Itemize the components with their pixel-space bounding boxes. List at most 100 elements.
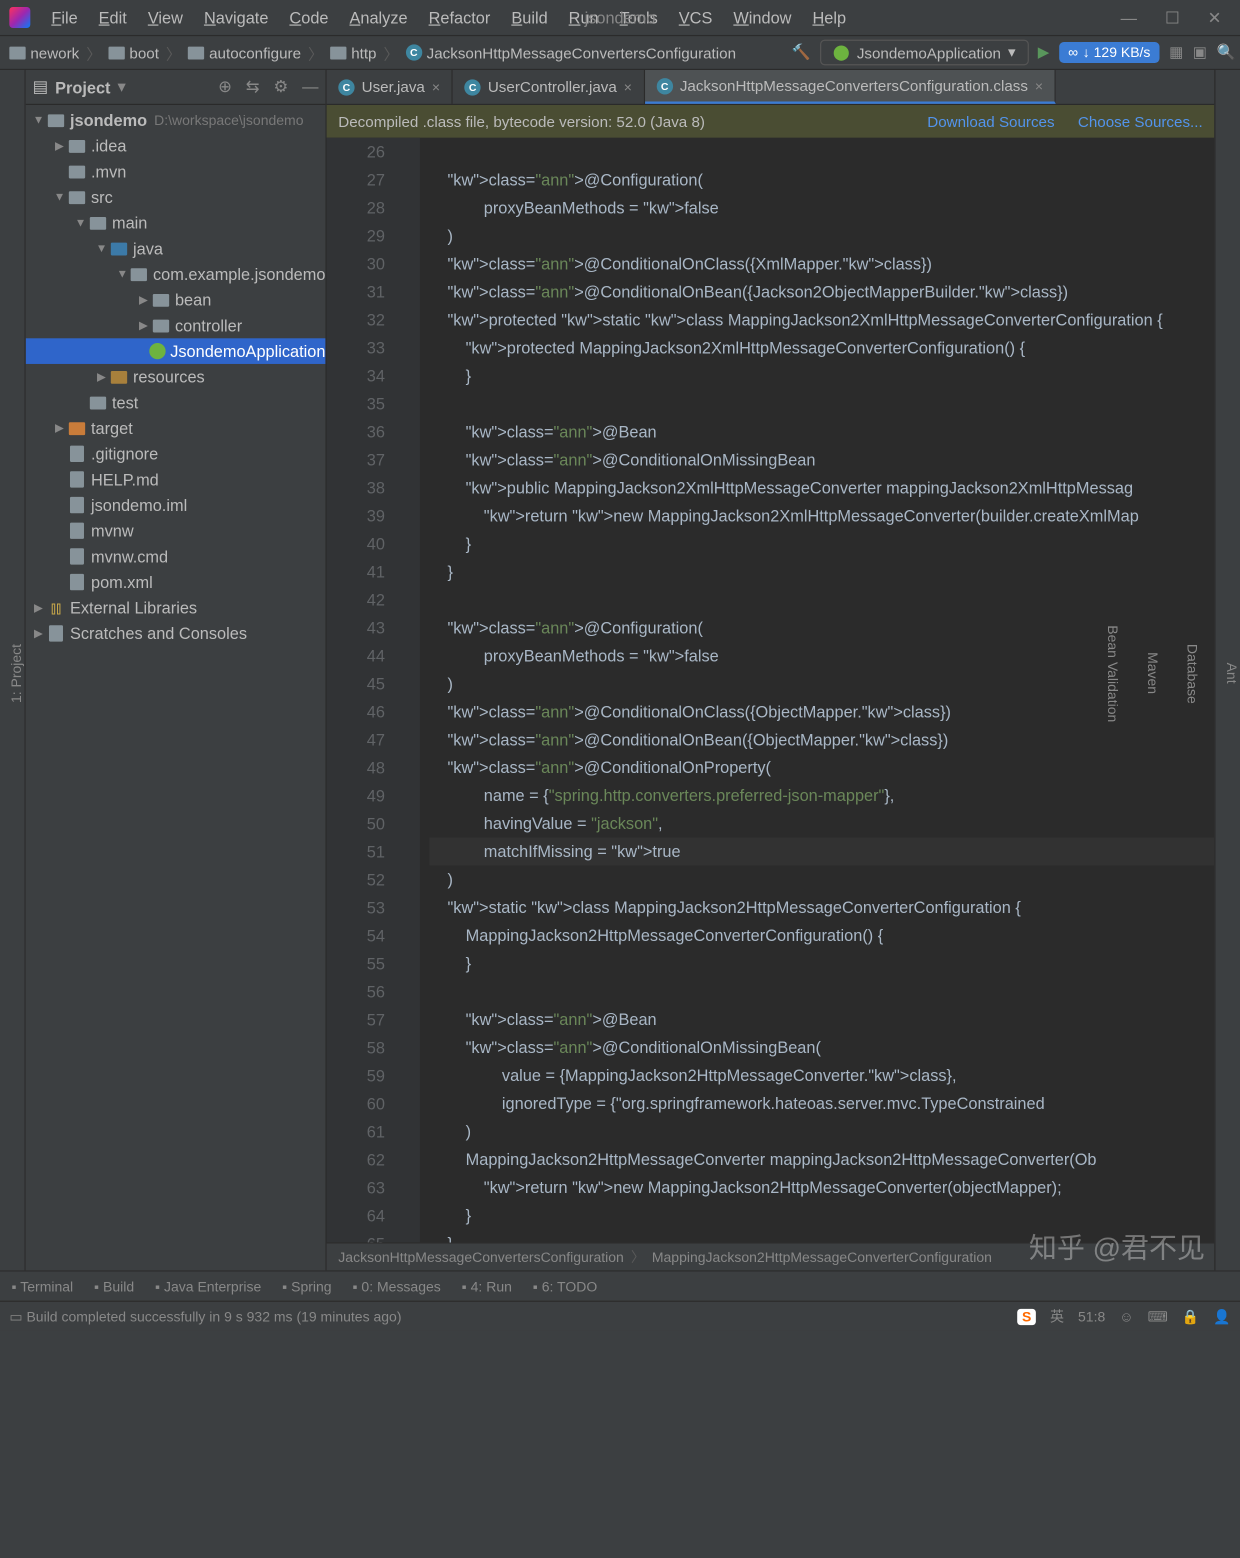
tree-item[interactable]: ▼main [26,210,326,236]
menu-window[interactable]: Window [724,3,801,31]
toolbar-icon-2[interactable]: ▣ [1193,43,1207,62]
intellij-logo-icon [9,7,30,28]
expand-icon[interactable]: ⇆ [246,77,260,97]
navigation-bar: nework〉boot〉autoconfigure〉http〉CJacksonH… [0,35,1240,70]
breadcrumb-segment[interactable]: autoconfigure [183,41,305,63]
status-icon-4[interactable]: 👤 [1213,1308,1230,1324]
ime-indicator[interactable]: 英 [1050,1306,1064,1326]
target-icon[interactable]: ⊕ [218,77,232,97]
tool-project[interactable]: 1: Project [8,644,24,703]
network-speed-badge: ∞ ↓ 129 KB/s [1059,42,1160,63]
bottom-tab[interactable]: ▪ Terminal [12,1278,73,1294]
status-message: Build completed successfully in 9 s 932 … [26,1308,401,1324]
choose-sources-link[interactable]: Choose Sources... [1078,113,1203,130]
cloud-icon: ∞ [1068,44,1078,60]
editor-tab[interactable]: CUser.java × [327,70,453,104]
tree-item[interactable]: mvnw [26,518,326,544]
right-tool-strip: Ant Database Maven Bean Validation [1214,70,1240,1270]
menu-navigate[interactable]: Navigate [195,3,278,31]
code-editor[interactable]: 2627282930313233343536373839404142434445… [327,138,1215,1243]
tree-item[interactable]: .mvn [26,159,326,185]
main-menu: FileEditViewNavigateCodeAnalyzeRefactorB… [42,3,855,31]
bottom-tab[interactable]: ▪ 4: Run [462,1278,512,1294]
tree-item[interactable]: ▶controller [26,313,326,339]
editor-area: CUser.java ×CUserController.java ×CJacks… [327,70,1215,1270]
bottom-tab[interactable]: ▪ 0: Messages [353,1278,441,1294]
gear-icon[interactable]: ⚙ [273,77,288,97]
status-icon: ▭ [9,1308,22,1324]
tree-item[interactable]: ▼com.example.jsondemo [26,261,326,287]
breadcrumb[interactable]: nework〉boot〉autoconfigure〉http〉CJacksonH… [5,41,741,63]
code-text[interactable]: "kw">class="ann">@Configuration( proxyBe… [420,138,1214,1243]
editor-breadcrumb[interactable]: JacksonHttpMessageConvertersConfiguratio… [327,1242,1215,1270]
editor-tab[interactable]: CJacksonHttpMessageConvertersConfigurati… [645,70,1056,104]
menu-help[interactable]: Help [803,3,855,31]
maximize-button[interactable]: ☐ [1165,8,1180,28]
sogou-icon: S [1017,1308,1036,1324]
build-icon[interactable]: 🔨 [792,43,811,62]
tree-item[interactable]: ▶target [26,415,326,441]
breadcrumb-segment[interactable]: nework [5,41,84,63]
run-config-label: JsondemoApplication [857,44,1001,61]
tree-item[interactable]: HELP.md [26,467,326,493]
left-tool-strip: 1: Project 2: Favorites Web 7: Structure [0,70,26,1270]
bottom-tab[interactable]: ▪ Build [94,1278,134,1294]
close-button[interactable]: ✕ [1208,8,1222,28]
menu-refactor[interactable]: Refactor [419,3,499,31]
tree-item[interactable]: ▶Scratches and Consoles [26,621,326,647]
chevron-down-icon: ▾ [1008,43,1016,62]
menu-build[interactable]: Build [502,3,557,31]
search-icon[interactable]: 🔍 [1216,43,1235,62]
run-config-selector[interactable]: ⬤ JsondemoApplication ▾ [820,40,1028,66]
gutter: 2627282930313233343536373839404142434445… [327,138,420,1243]
tree-item[interactable]: .gitignore [26,441,326,467]
bottom-tab[interactable]: ▪ Spring [282,1278,331,1294]
bottom-tab[interactable]: ▪ 6: TODO [533,1278,597,1294]
editor-tabs: CUser.java ×CUserController.java ×CJacks… [327,70,1215,105]
tree-item[interactable]: ▼java [26,236,326,262]
toolbar-icon-1[interactable]: ▦ [1169,43,1183,62]
tree-item[interactable]: ▶bean [26,287,326,313]
tree-item[interactable]: ▶.idea [26,133,326,159]
breadcrumb-segment[interactable]: boot [104,41,164,63]
titlebar: FileEditViewNavigateCodeAnalyzeRefactorB… [0,0,1240,35]
breadcrumb-segment[interactable]: CJacksonHttpMessageConvertersConfigurati… [401,41,741,63]
tool-ant[interactable]: Ant [1224,663,1240,684]
editor-tab[interactable]: CUserController.java × [453,70,645,104]
collapse-icon[interactable]: — [302,77,318,97]
menu-code[interactable]: Code [280,3,338,31]
menu-vcs[interactable]: VCS [669,3,721,31]
tree-item[interactable]: test [26,390,326,416]
download-sources-link[interactable]: Download Sources [927,113,1054,130]
tree-item[interactable]: JsondemoApplication [26,338,326,364]
status-icon-2[interactable]: ⌨ [1148,1308,1168,1324]
menu-analyze[interactable]: Analyze [340,3,417,31]
window-title: jsondemo [585,8,656,27]
chevron-down-icon[interactable]: ▾ [117,77,125,97]
menu-view[interactable]: View [138,3,192,31]
decompiled-banner: Decompiled .class file, bytecode version… [327,105,1215,138]
status-icon-1[interactable]: ☺ [1119,1308,1133,1324]
banner-text: Decompiled .class file, bytecode version… [338,113,705,130]
menu-edit[interactable]: Edit [89,3,136,31]
tree-root[interactable]: ▼jsondemoD:\workspace\jsondemo [26,107,326,133]
tree-item[interactable]: ▶resources [26,364,326,390]
breadcrumb-segment[interactable]: http [326,41,382,63]
status-icon-3[interactable]: 🔒 [1182,1308,1199,1324]
tree-item[interactable]: pom.xml [26,569,326,595]
minimize-button[interactable]: — [1121,8,1137,28]
bottom-tab[interactable]: ▪ Java Enterprise [155,1278,261,1294]
panel-title: Project [55,78,110,97]
menu-file[interactable]: File [42,3,87,31]
tree-item[interactable]: mvnw.cmd [26,544,326,570]
spring-icon: ⬤ [833,43,850,62]
close-tab-icon[interactable]: × [624,79,632,95]
tree-item[interactable]: jsondemo.iml [26,492,326,518]
run-button[interactable]: ▶ [1038,43,1050,62]
tree-item[interactable]: ▶⫾⫾External Libraries [26,595,326,621]
tree-item[interactable]: ▼src [26,184,326,210]
close-tab-icon[interactable]: × [432,79,440,95]
close-tab-icon[interactable]: × [1035,78,1043,94]
status-bar: ▭ Build completed successfully in 9 s 93… [0,1301,1240,1331]
project-tree-panel: ▤ Project ▾ ⊕ ⇆ ⚙ — ▼jsondemoD:\workspac… [26,70,327,1270]
